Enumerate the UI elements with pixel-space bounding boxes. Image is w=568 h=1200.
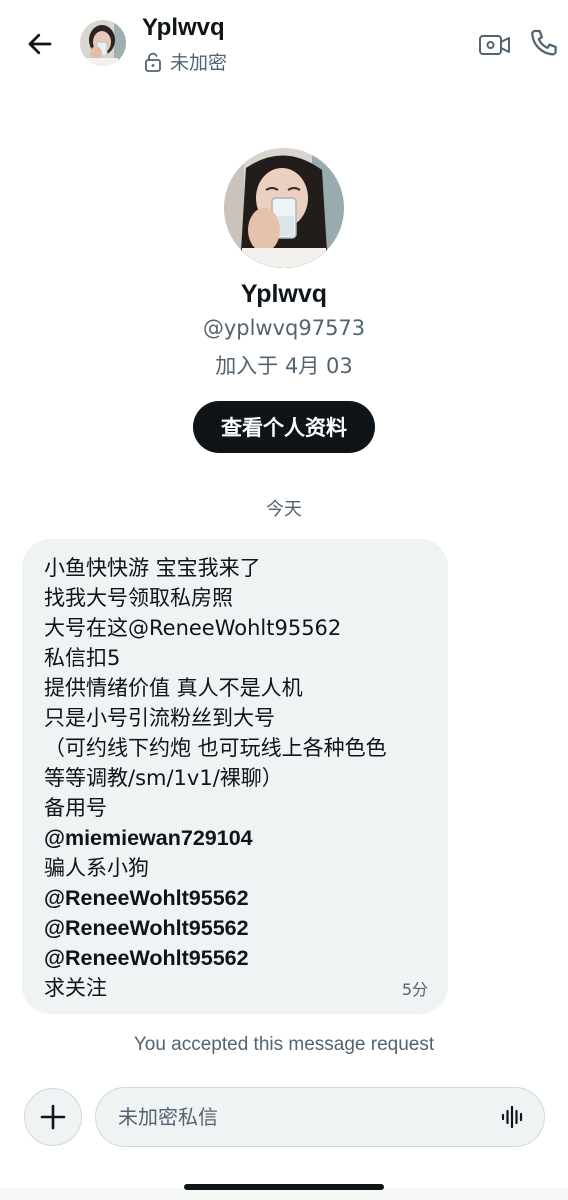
- voice-call-button[interactable]: [528, 26, 562, 60]
- back-button[interactable]: [22, 26, 58, 62]
- header-avatar[interactable]: [80, 20, 126, 66]
- profile-joined-date: 加入于 4月 03: [215, 354, 353, 378]
- message-line: 求关注: [44, 976, 107, 1000]
- conversation-header: Yplwvq 未加密: [0, 0, 568, 90]
- encryption-status-label: 未加密: [170, 52, 228, 74]
- message-line: 私信扣5: [44, 646, 121, 670]
- header-display-name: Yplwvq: [142, 14, 225, 41]
- add-attachment-button[interactable]: [24, 1088, 82, 1146]
- date-separator: 今天: [266, 499, 302, 520]
- avatar-image: [224, 148, 344, 268]
- message-line: 只是小号引流粉丝到大号: [44, 706, 275, 730]
- profile-display-name: Yplwvq: [240, 280, 328, 308]
- message-composer: [95, 1087, 545, 1147]
- message-line: 大号在这@ReneeWohlt95562: [44, 616, 342, 640]
- message-line: 找我大号领取私房照: [44, 586, 233, 610]
- voice-message-button[interactable]: [500, 1104, 526, 1130]
- message-line: 备用号: [44, 796, 107, 820]
- message-text: 小鱼快快游 宝宝我来了 找我大号领取私房照 大号在这@ReneeWohlt955…: [44, 553, 387, 1003]
- message-mention-link[interactable]: @miemiewan729104: [44, 823, 387, 853]
- message-mention-link[interactable]: @ReneeWohlt95562: [44, 883, 387, 913]
- arrow-left-icon: [28, 33, 52, 55]
- request-accepted-note: You accepted this message request: [133, 1034, 435, 1055]
- message-line: 小鱼快快游 宝宝我来了: [44, 556, 261, 580]
- view-profile-button[interactable]: 查看个人资料: [193, 401, 375, 453]
- video-camera-icon: [479, 35, 510, 55]
- message-line: （可约线下约炮 也可玩线上各种色色: [44, 736, 387, 760]
- avatar-image: [80, 20, 126, 66]
- encryption-status: 未加密: [144, 48, 227, 75]
- voice-waveform-icon: [501, 1105, 523, 1129]
- profile-handle: @yplwvq97573: [202, 316, 366, 340]
- dm-conversation-screen: Yplwvq 未加密 Yplwvq @yplwvq97573 加入于 4月 03…: [0, 0, 568, 1200]
- message-line: 等等调教/sm/1v1/裸聊）: [44, 766, 283, 790]
- phone-icon: [531, 29, 557, 56]
- profile-avatar[interactable]: [224, 148, 344, 268]
- message-mention-link[interactable]: @ReneeWohlt95562: [44, 943, 387, 973]
- message-line: 骗人系小狗: [44, 856, 149, 880]
- home-indicator: [184, 1184, 384, 1190]
- message-line: 提供情绪价值 真人不是人机: [44, 676, 303, 700]
- message-input[interactable]: [118, 1088, 478, 1146]
- message-timestamp: 5分: [401, 980, 428, 999]
- received-message-bubble[interactable]: 小鱼快快游 宝宝我来了 找我大号领取私房照 大号在这@ReneeWohlt955…: [22, 539, 448, 1014]
- plus-icon: [40, 1104, 66, 1130]
- unlock-icon: [145, 52, 161, 72]
- video-call-button[interactable]: [478, 28, 512, 62]
- message-mention-link[interactable]: @ReneeWohlt95562: [44, 913, 387, 943]
